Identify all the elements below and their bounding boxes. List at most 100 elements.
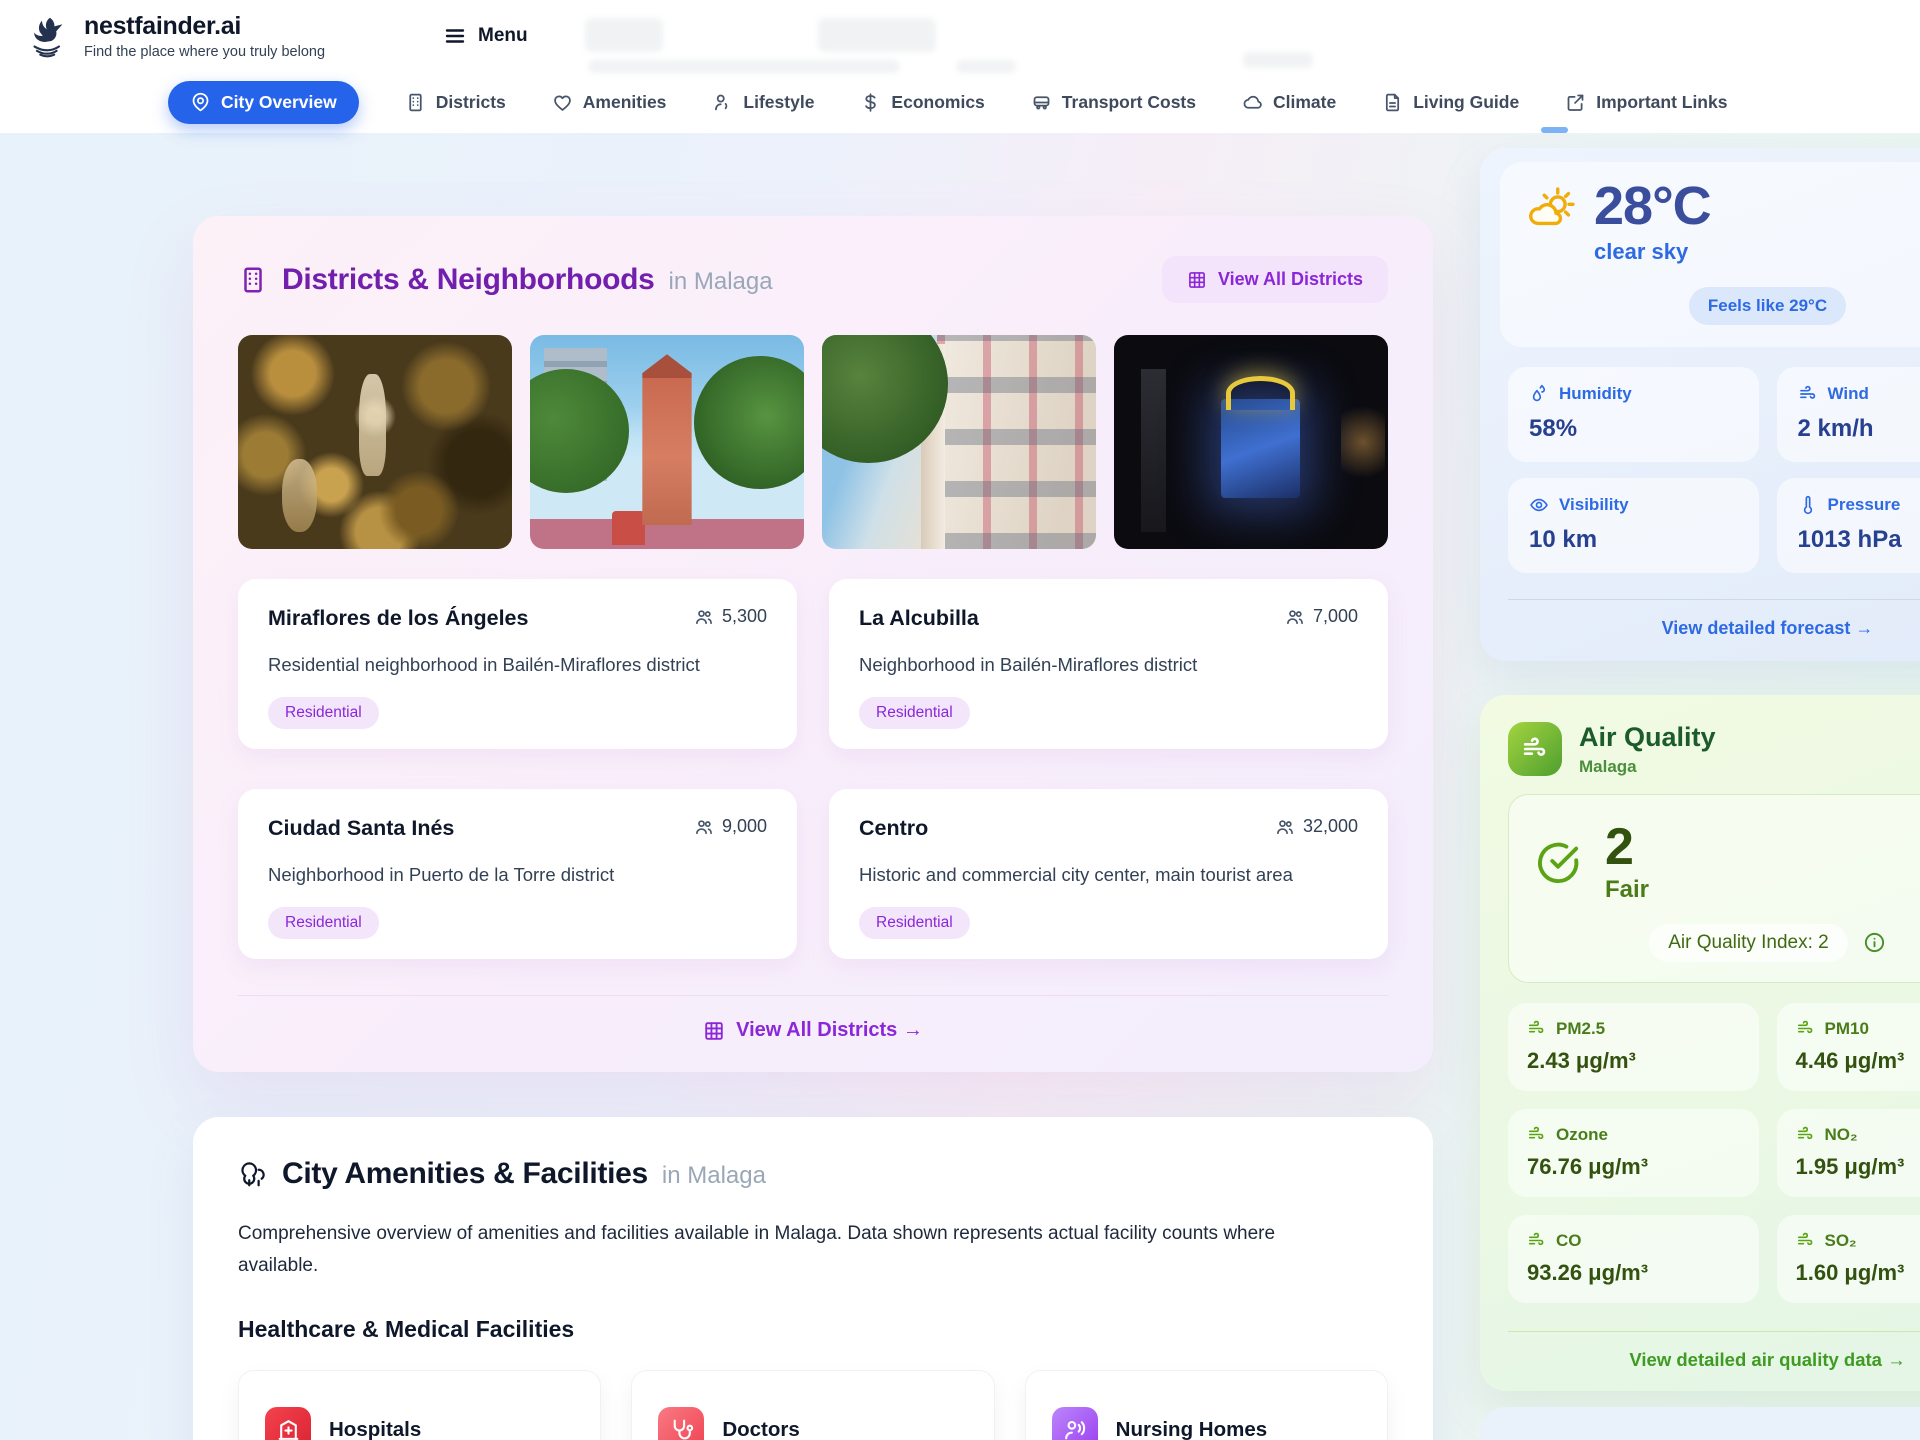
- brand-name: nestfainder.ai: [84, 12, 325, 41]
- district-card-centro[interactable]: Centro 32,000 Historic and commercial ci…: [829, 789, 1388, 959]
- droplet-icon: [1529, 384, 1549, 404]
- tab-transport-costs[interactable]: Transport Costs: [1031, 92, 1196, 113]
- weather-condition: clear sky: [1594, 239, 1711, 265]
- photo-decoration: [642, 354, 691, 525]
- pollutant-label: Ozone: [1556, 1125, 1608, 1145]
- header: nestfainder.ai Find the place where you …: [0, 0, 1920, 72]
- view-all-districts-link-label: View All Districts →: [736, 1019, 923, 1042]
- ghost-text: [818, 18, 936, 52]
- grid-icon: [1187, 270, 1207, 290]
- menu-label: Menu: [478, 25, 528, 47]
- district-card-miraflores[interactable]: Miraflores de los Ángeles 5,300 Resident…: [238, 579, 797, 749]
- ghost-text: [1243, 52, 1313, 68]
- divider: [1508, 599, 1920, 600]
- weather-stats: Humidity 58% Wind 2 km/h: [1508, 367, 1920, 573]
- car-icon: [1031, 92, 1052, 113]
- tab-amenities[interactable]: Amenities: [552, 92, 667, 113]
- tab-important-links[interactable]: Important Links: [1565, 92, 1727, 113]
- facility-card-nursing-homes[interactable]: Nursing Homes: [1025, 1370, 1388, 1440]
- check-circle-icon: [1535, 839, 1581, 885]
- next-panel-partial: [1480, 1407, 1920, 1440]
- pollutant-value: 2.43 μg/m³: [1527, 1048, 1740, 1074]
- tab-label: Amenities: [583, 92, 667, 113]
- pollutant-label: NO₂: [1825, 1125, 1858, 1145]
- pollutant-label: PM10: [1825, 1019, 1869, 1039]
- eye-icon: [1529, 495, 1549, 515]
- stat-value: 1013 hPa: [1798, 526, 1920, 554]
- pollutant-value: 4.46 μg/m³: [1796, 1048, 1920, 1074]
- humidity-card: Humidity 58%: [1508, 367, 1759, 462]
- map-pin-icon: [190, 92, 211, 113]
- air-quality-header: Air Quality Malaga: [1480, 695, 1920, 794]
- wind-icon: [1796, 1019, 1815, 1038]
- nav-scrollbar-thumb[interactable]: [1541, 127, 1568, 133]
- pollutant-label: PM2.5: [1556, 1019, 1605, 1039]
- district-card-la-alcubilla[interactable]: La Alcubilla 7,000 Neighborhood in Bailé…: [829, 579, 1388, 749]
- tab-economics[interactable]: Economics: [860, 92, 984, 113]
- tab-climate[interactable]: Climate: [1242, 92, 1336, 113]
- wind-icon: [1796, 1125, 1815, 1144]
- air-quality-icon: [1508, 722, 1562, 776]
- population-value: 5,300: [722, 606, 767, 627]
- temperature: 28°C: [1594, 178, 1711, 235]
- view-forecast-link[interactable]: View detailed forecast →: [1480, 618, 1920, 639]
- main-content: Districts & Neighborhoods in Malaga View…: [193, 216, 1433, 1440]
- wind-icon: [1796, 1231, 1815, 1250]
- view-all-districts-button[interactable]: View All Districts: [1162, 256, 1388, 303]
- view-all-districts-link[interactable]: View All Districts →: [238, 1019, 1388, 1042]
- photo-decoration: [282, 459, 318, 532]
- district-photo-building: [822, 335, 1096, 549]
- district-cards: Miraflores de los Ángeles 5,300 Resident…: [238, 579, 1388, 959]
- district-tag: Residential: [268, 907, 379, 939]
- pollutant-value: 93.26 μg/m³: [1527, 1260, 1740, 1286]
- air-quality-panel: Air Quality Malaga 2 Fair Air Quality In…: [1480, 695, 1920, 1391]
- feels-like-badge: Feels like 29°C: [1689, 287, 1846, 325]
- brand[interactable]: nestfainder.ai Find the place where you …: [24, 12, 325, 60]
- sun-cloud-icon: [1524, 184, 1578, 238]
- menu-button[interactable]: Menu: [443, 24, 528, 48]
- district-card-ciudad-santa-ines[interactable]: Ciudad Santa Inés 9,000 Neighborhood in …: [238, 789, 797, 959]
- ghost-text: [588, 60, 900, 73]
- people-icon: [694, 607, 714, 627]
- dove-logo-icon: [24, 13, 70, 59]
- amenities-section: City Amenities & Facilities in Malaga Co…: [193, 1117, 1433, 1440]
- tab-label: City Overview: [221, 92, 337, 113]
- wind-icon: [1527, 1231, 1546, 1250]
- tab-label: Economics: [891, 92, 984, 113]
- stat-label: Wind: [1828, 384, 1869, 404]
- navbar: City Overview Districts Amenities Lifest…: [0, 72, 1920, 133]
- pollutant-value: 76.76 μg/m³: [1527, 1154, 1740, 1180]
- tab-districts[interactable]: Districts: [405, 92, 506, 113]
- districts-location-suffix: in Malaga: [669, 268, 773, 296]
- facility-cards: Hospitals Doctors: [238, 1370, 1388, 1440]
- tab-lifestyle[interactable]: Lifestyle: [712, 92, 814, 113]
- pollutant-label: SO₂: [1825, 1231, 1857, 1251]
- district-population: 5,300: [694, 606, 767, 627]
- sidebar: 28°C clear sky Feels like 29°C Humidity: [1480, 133, 1920, 1440]
- view-all-districts-label: View All Districts: [1218, 269, 1363, 290]
- pollutant-no2: NO₂ 1.95 μg/m³: [1777, 1109, 1920, 1197]
- brand-text: nestfainder.ai Find the place where you …: [84, 12, 325, 60]
- facility-label: Doctors: [722, 1418, 799, 1440]
- photo-decoration: [1221, 399, 1300, 497]
- grid-icon: [703, 1020, 725, 1042]
- facility-card-hospitals[interactable]: Hospitals: [238, 1370, 601, 1440]
- pollutant-co: CO 93.26 μg/m³: [1508, 1215, 1759, 1303]
- pollutant-label: CO: [1556, 1231, 1582, 1251]
- districts-title-row: Districts & Neighborhoods in Malaga: [238, 263, 773, 297]
- amenities-title: City Amenities & Facilities: [282, 1157, 648, 1191]
- wind-icon: [1527, 1019, 1546, 1038]
- tab-living-guide[interactable]: Living Guide: [1382, 92, 1519, 113]
- pollutant-value: 1.95 μg/m³: [1796, 1154, 1920, 1180]
- pollutant-so2: SO₂ 1.60 μg/m³: [1777, 1215, 1920, 1303]
- tab-city-overview[interactable]: City Overview: [168, 81, 359, 124]
- people-icon: [694, 817, 714, 837]
- view-air-quality-link[interactable]: View detailed air quality data →: [1480, 1349, 1920, 1381]
- stat-value: 2 km/h: [1798, 415, 1920, 443]
- districts-title: Districts & Neighborhoods: [282, 263, 655, 297]
- facility-card-doctors[interactable]: Doctors: [631, 1370, 994, 1440]
- weather-hero: 28°C clear sky Feels like 29°C: [1500, 162, 1920, 347]
- aqi-rating: Fair: [1605, 876, 1649, 904]
- info-icon[interactable]: [1863, 931, 1886, 954]
- wind-icon: [1798, 384, 1818, 404]
